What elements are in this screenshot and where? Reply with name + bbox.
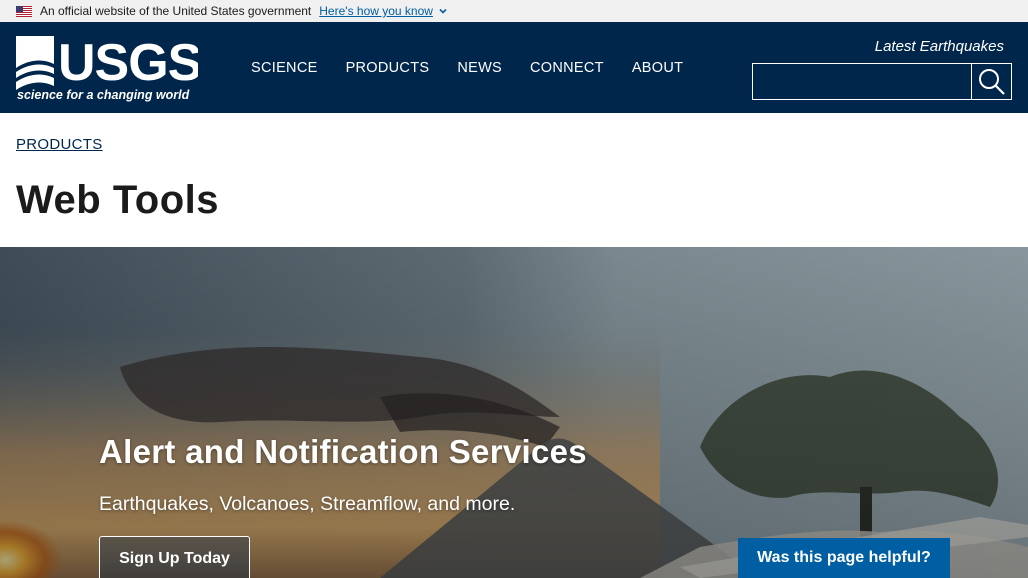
latest-earthquakes-link[interactable]: Latest Earthquakes (875, 38, 1004, 55)
search-box (752, 63, 1012, 100)
hero-background-image (0, 247, 1028, 578)
heres-how-you-know-link[interactable]: Here's how you know (319, 4, 448, 18)
usgs-logo-icon[interactable]: USGS science for a changing world (16, 34, 198, 102)
nav-item-connect[interactable]: CONNECT (516, 60, 618, 76)
us-flag-icon (16, 5, 32, 17)
nav-item-news[interactable]: NEWS (443, 60, 516, 76)
page-helpful-button[interactable]: Was this page helpful? (738, 538, 950, 578)
heres-how-you-know-label: Here's how you know (319, 4, 433, 18)
chevron-down-icon (439, 8, 447, 14)
svg-text:USGS: USGS (58, 34, 198, 92)
svg-text:science for a changing world: science for a changing world (17, 88, 190, 102)
main-nav: SCIENCE PRODUCTS NEWS CONNECT ABOUT (237, 22, 697, 113)
search-input[interactable] (753, 64, 971, 99)
hero-title: Alert and Notification Services (99, 433, 587, 470)
breadcrumb-products[interactable]: PRODUCTS (16, 136, 103, 153)
site-header: USGS science for a changing world SCIENC… (0, 22, 1028, 113)
nav-item-science[interactable]: SCIENCE (237, 60, 332, 76)
nav-item-products[interactable]: PRODUCTS (332, 60, 444, 76)
page-title: Web Tools (16, 178, 220, 222)
hero-banner: Alert and Notification Services Earthqua… (0, 247, 1028, 578)
sign-up-today-button[interactable]: Sign Up Today (99, 536, 250, 578)
gov-banner: An official website of the United States… (0, 0, 1028, 22)
search-button[interactable] (971, 64, 1011, 99)
hero-subtitle: Earthquakes, Volcanoes, Streamflow, and … (99, 493, 516, 515)
nav-item-about[interactable]: ABOUT (618, 60, 697, 76)
search-icon (978, 68, 1005, 95)
gov-banner-text: An official website of the United States… (40, 4, 312, 18)
